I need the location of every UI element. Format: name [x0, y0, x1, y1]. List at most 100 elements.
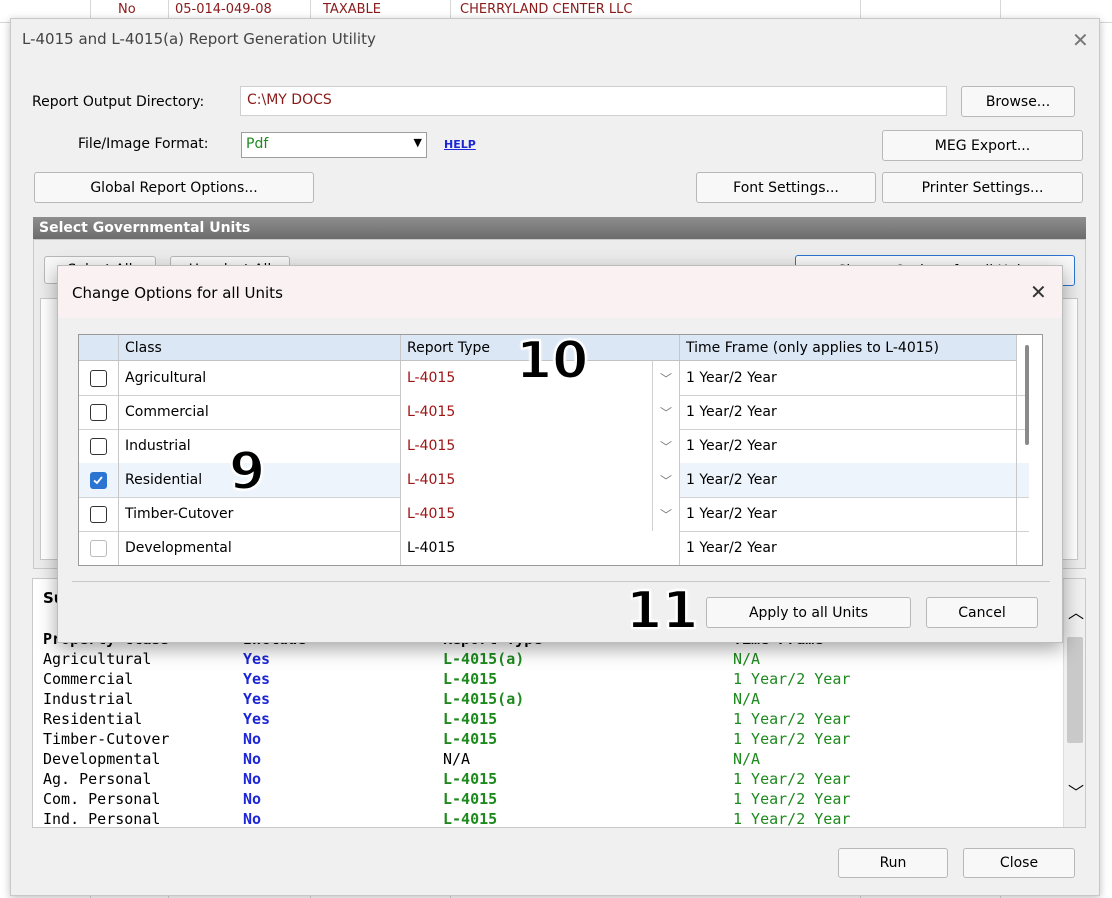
row-checkbox-cell: [79, 497, 119, 531]
summary-row: Residential Yes L-4015 1 Year/2 Year: [43, 709, 1043, 729]
summary-time-frame: 1 Year/2 Year: [733, 810, 851, 828]
format-select[interactable]: Pdf ▼: [241, 132, 427, 158]
summary-row: Timber-Cutover No L-4015 1 Year/2 Year: [43, 729, 1043, 749]
summary-row: Com. Personal No L-4015 1 Year/2 Year: [43, 789, 1043, 809]
chevron-down-icon[interactable]: ﹀: [652, 497, 679, 531]
row-report-type-select[interactable]: L-4015 ﹀: [401, 395, 680, 429]
apply-to-all-units-button[interactable]: Apply to all Units: [706, 597, 911, 628]
summary-time-frame: N/A: [733, 750, 761, 768]
summary-row: Developmental No N/A N/A: [43, 749, 1043, 769]
dialog-title: Change Options for all Units: [72, 284, 283, 302]
grid-row[interactable]: Commercial L-4015 ﹀ 1 Year/2 Year: [79, 395, 1029, 430]
grid-header-check: [79, 335, 119, 360]
dialog-close-icon[interactable]: ✕: [1030, 282, 1047, 302]
annotation-9: 9: [228, 441, 266, 503]
summary-class: Ind. Personal: [43, 810, 161, 828]
summary-time-frame: 1 Year/2 Year: [733, 670, 851, 688]
row-time-frame: 1 Year/2 Year: [680, 395, 1017, 429]
chevron-down-icon[interactable]: ﹀: [652, 361, 679, 395]
row-report-type-select[interactable]: L-4015 ﹀: [401, 429, 680, 463]
window-title: L-4015 and L-4015(a) Report Generation U…: [22, 30, 376, 48]
scroll-down-icon[interactable]: ﹀: [1068, 779, 1084, 803]
bg-row-owner: CHERRYLAND CENTER LLC: [460, 2, 633, 17]
summary-report-type: L-4015: [443, 770, 498, 788]
chevron-down-icon[interactable]: ▼: [414, 136, 422, 149]
summary-report-type: L-4015(a): [443, 650, 525, 668]
summary-class: Com. Personal: [43, 790, 161, 808]
grid-row[interactable]: Residential L-4015 ﹀ 1 Year/2 Year: [79, 463, 1029, 498]
grid-row[interactable]: Timber-Cutover L-4015 ﹀ 1 Year/2 Year: [79, 497, 1029, 532]
row-report-type-select[interactable]: L-4015: [401, 531, 680, 565]
row-checkbox[interactable]: [90, 403, 107, 421]
grid-scrollbar[interactable]: [1025, 345, 1029, 445]
scroll-up-icon[interactable]: ︿: [1068, 599, 1084, 623]
summary-time-frame: N/A: [733, 690, 761, 708]
summary-time-frame: 1 Year/2 Year: [733, 710, 851, 728]
dialog-cancel-button[interactable]: Cancel: [926, 597, 1038, 628]
summary-time-frame: 1 Year/2 Year: [733, 790, 851, 808]
summary-time-frame: 1 Year/2 Year: [733, 730, 851, 748]
font-settings-button[interactable]: Font Settings...: [696, 172, 876, 203]
summary-scrollbar[interactable]: ︿ ﹀: [1063, 579, 1085, 827]
format-label: File/Image Format:: [78, 136, 209, 152]
chevron-down-icon[interactable]: ﹀: [652, 395, 679, 429]
help-link[interactable]: HELP: [444, 138, 476, 151]
dialog-divider: [72, 581, 1050, 582]
summary-class: Ag. Personal: [43, 770, 152, 788]
summary-row: Industrial Yes L-4015(a) N/A: [43, 689, 1043, 709]
summary-time-frame: 1 Year/2 Year: [733, 770, 851, 788]
row-report-type-value: L-4015: [407, 404, 456, 420]
run-button[interactable]: Run: [838, 848, 948, 878]
checkmark-icon: [93, 475, 103, 484]
row-checkbox-cell: [79, 531, 119, 565]
row-report-type-value: L-4015: [407, 506, 456, 522]
output-dir-input[interactable]: C:\MY DOCS: [240, 86, 947, 116]
row-checkbox[interactable]: [90, 505, 107, 523]
row-report-type-select[interactable]: L-4015 ﹀: [401, 497, 680, 531]
summary-class: Developmental: [43, 750, 161, 768]
summary-class: Industrial: [43, 690, 134, 708]
meg-export-button[interactable]: MEG Export...: [882, 130, 1083, 161]
summary-report-type: L-4015: [443, 810, 498, 828]
grid-row[interactable]: Industrial L-4015 ﹀ 1 Year/2 Year: [79, 429, 1029, 464]
row-class: Timber-Cutover: [119, 497, 401, 531]
grid-header-class: Class: [119, 335, 401, 360]
chevron-down-icon[interactable]: ﹀: [652, 463, 679, 497]
row-report-type-value: L-4015: [407, 472, 456, 488]
format-value: Pdf: [246, 136, 269, 152]
row-class: Agricultural: [119, 361, 401, 395]
row-checkbox[interactable]: [90, 471, 107, 489]
summary-include: Yes: [243, 690, 271, 708]
summary-include: No: [243, 730, 262, 748]
row-time-frame: 1 Year/2 Year: [680, 531, 1017, 565]
row-checkbox[interactable]: [90, 437, 107, 455]
browse-button[interactable]: Browse...: [961, 86, 1075, 117]
chevron-down-icon[interactable]: ﹀: [652, 429, 679, 463]
summary-report-type: L-4015: [443, 730, 498, 748]
row-report-type-select[interactable]: L-4015 ﹀: [401, 463, 680, 497]
row-report-type-value: L-4015: [407, 540, 456, 556]
summary-row: Commercial Yes L-4015 1 Year/2 Year: [43, 669, 1043, 689]
row-checkbox-cell: [79, 361, 119, 395]
section-header: Select Governmental Units: [33, 217, 1086, 239]
row-checkbox[interactable]: [90, 539, 107, 557]
summary-report-type: N/A: [443, 750, 471, 768]
bg-row-status: TAXABLE: [323, 2, 381, 17]
summary-class: Commercial: [43, 670, 134, 688]
scroll-thumb[interactable]: [1067, 637, 1083, 743]
summary-include: No: [243, 790, 262, 808]
row-checkbox[interactable]: [90, 369, 107, 387]
summary-report-type: L-4015(a): [443, 690, 525, 708]
close-button[interactable]: Close: [963, 848, 1075, 878]
printer-settings-button[interactable]: Printer Settings...: [882, 172, 1083, 203]
summary-include: Yes: [243, 650, 271, 668]
row-report-type-value: L-4015: [407, 438, 456, 454]
row-checkbox-cell: [79, 463, 119, 497]
grid-row[interactable]: Developmental L-4015 1 Year/2 Year: [79, 531, 1029, 565]
window-close-icon[interactable]: ✕: [1072, 30, 1089, 50]
global-options-button[interactable]: Global Report Options...: [34, 172, 314, 203]
summary-class: Agricultural: [43, 650, 152, 668]
summary-include: Yes: [243, 670, 271, 688]
annotation-10: 10: [515, 330, 589, 392]
bg-row-id: 05-014-049-08: [175, 2, 272, 17]
